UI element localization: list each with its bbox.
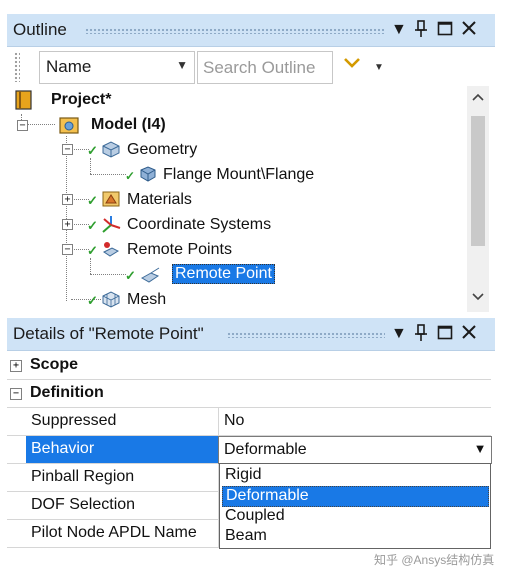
details-title: Details of "Remote Point"	[13, 324, 204, 343]
scroll-down-icon[interactable]	[472, 292, 484, 304]
behavior-option-beam[interactable]: Beam	[222, 527, 487, 546]
details-section-scope[interactable]: + Scope	[7, 352, 491, 380]
details-maximize-icon[interactable]	[437, 324, 453, 346]
materials-expand-toggle[interactable]: +	[62, 194, 73, 205]
coordinate-systems-expand-toggle[interactable]: +	[62, 219, 73, 230]
mesh-icon	[101, 290, 120, 308]
details-close-icon[interactable]	[461, 324, 477, 346]
property-name: Pilot Node APDL Name	[26, 520, 219, 547]
property-name: Pinball Region	[26, 464, 219, 491]
name-filter-dropdown[interactable]: Name ▼	[39, 51, 195, 84]
remote-points-icon	[101, 240, 120, 258]
behavior-options-list: Rigid Deformable Coupled Beam	[219, 463, 491, 549]
coordinate-systems-icon	[101, 215, 121, 233]
status-check-icon: ✓	[87, 218, 98, 233]
search-outline-box[interactable]	[197, 51, 333, 84]
outline-title-grip[interactable]	[85, 28, 385, 34]
model-collapse-toggle[interactable]: −	[17, 120, 28, 131]
property-name: Behavior	[26, 436, 219, 463]
outline-vertical-scrollbar[interactable]	[467, 86, 489, 312]
behavior-option-coupled[interactable]: Coupled	[222, 507, 487, 526]
definition-collapse-toggle[interactable]: −	[10, 388, 22, 400]
behavior-dropdown-arrow-icon[interactable]: ▼	[470, 438, 490, 460]
name-filter-value: Name	[46, 57, 92, 76]
behavior-option-rigid[interactable]: Rigid	[222, 466, 487, 485]
details-title-grip[interactable]	[227, 332, 385, 338]
behavior-selected-value: Deformable	[224, 441, 307, 458]
scrollbar-thumb[interactable]	[471, 116, 485, 246]
outline-maximize-icon[interactable]	[437, 20, 453, 42]
chevron-down-icon: ▼	[176, 58, 188, 72]
search-options-icon[interactable]	[343, 54, 361, 75]
solid-body-icon	[139, 165, 157, 183]
geometry-icon	[101, 140, 120, 158]
remote-points-collapse-toggle[interactable]: −	[62, 244, 73, 255]
behavior-option-deformable[interactable]: Deformable	[222, 486, 489, 507]
details-row-suppressed[interactable]: Suppressed No	[7, 408, 491, 436]
behavior-select[interactable]: Deformable ▼	[218, 436, 492, 464]
status-check-icon: ✓	[87, 143, 98, 158]
project-book-icon	[15, 90, 33, 110]
toolbar-overflow-icon[interactable]: ▼	[374, 62, 384, 73]
details-titlebar: Details of "Remote Point" ▼	[7, 318, 495, 351]
details-section-definition[interactable]: − Definition	[7, 380, 491, 408]
status-check-icon: ✓	[125, 268, 136, 283]
outline-close-icon[interactable]	[461, 20, 477, 42]
outline-tree: Project* − Model (I4) − ✓ Geometry ✓ Fla…	[7, 86, 467, 312]
model-icon	[59, 115, 79, 134]
watermark: 知乎 @Ansys结构仿真	[374, 553, 495, 567]
property-name: Suppressed	[26, 408, 219, 435]
property-name: DOF Selection	[26, 492, 219, 519]
remote-point-icon	[139, 265, 160, 283]
details-dropdown-icon[interactable]: ▼	[391, 324, 407, 344]
outline-title: Outline	[13, 20, 67, 39]
status-check-icon: ✓	[87, 293, 98, 308]
outline-dropdown-icon[interactable]: ▼	[391, 20, 407, 40]
scope-expand-toggle[interactable]: +	[10, 360, 22, 372]
outline-pin-icon[interactable]	[415, 20, 427, 44]
details-pin-icon[interactable]	[415, 324, 427, 348]
status-check-icon: ✓	[87, 243, 98, 258]
materials-icon	[101, 190, 120, 208]
toolbar-gripper[interactable]	[14, 52, 20, 82]
search-outline-input[interactable]	[201, 53, 331, 82]
geometry-collapse-toggle[interactable]: −	[62, 144, 73, 155]
scroll-up-icon[interactable]	[472, 92, 484, 104]
outline-titlebar: Outline ▼	[7, 14, 495, 47]
status-check-icon: ✓	[87, 193, 98, 208]
status-check-icon: ✓	[125, 169, 136, 183]
property-value[interactable]: No	[219, 408, 491, 435]
